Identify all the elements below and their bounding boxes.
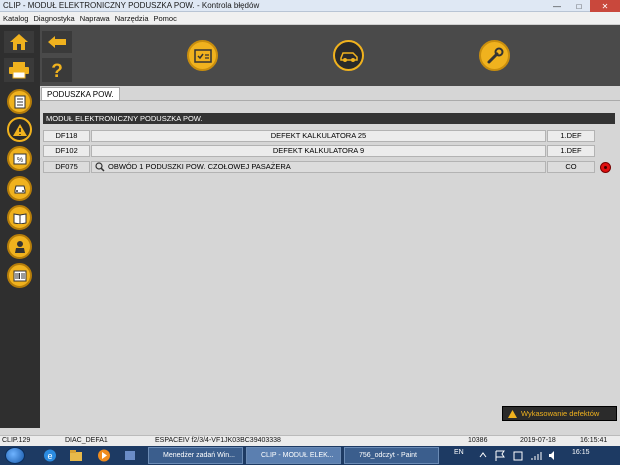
tab-divider: [40, 100, 620, 101]
svg-text:e: e: [47, 451, 52, 461]
home-button[interactable]: [4, 31, 34, 53]
fault-row[interactable]: DF075 OBWÓD 1 PODUSZKI POW. CZOŁOWEJ PAS…: [43, 161, 595, 173]
fault-status: CO: [547, 161, 595, 173]
printer-icon: [9, 62, 29, 79]
warning-icon: [508, 409, 517, 418]
clear-faults-button[interactable]: Wykasowanie defektów: [502, 406, 617, 421]
status-code: 10386: [468, 437, 488, 444]
tray-language[interactable]: EN: [454, 449, 464, 456]
print-button[interactable]: [4, 58, 34, 82]
module-header: MODUŁ ELEKTRONICZNY PODUSZKA POW.: [43, 113, 615, 124]
fault-code: DF118: [43, 130, 90, 142]
media-icon[interactable]: [96, 448, 112, 463]
checklist-icon: [193, 48, 212, 63]
clear-faults-label: Wykasowanie defektów: [521, 409, 600, 418]
taskbar-item-paint[interactable]: 756_odczyt - Paint: [344, 447, 439, 464]
menu-bar: Katalog Diagnostyka Naprawa Narzędzia Po…: [0, 12, 620, 25]
minimize-button[interactable]: —: [546, 0, 568, 12]
sidebar-document-button[interactable]: [7, 89, 32, 114]
svg-text:%: %: [16, 157, 22, 164]
status-diac: DIAC_DEFA1: [65, 437, 108, 444]
status-bar: CLIP.129 DIAC_DEFA1 ESPACEIV f2/3/4-VF1J…: [0, 435, 620, 446]
question-icon: ?: [51, 61, 63, 80]
menu-pomoc[interactable]: Pomoc: [154, 14, 177, 23]
status-date: 2019-07-18: [520, 437, 556, 444]
close-button[interactable]: ✕: [590, 0, 620, 12]
menu-diagnostyka[interactable]: Diagnostyka: [33, 14, 74, 23]
tray-chevron-icon[interactable]: [478, 448, 488, 463]
arrow-left-icon: [48, 36, 66, 48]
barcode-icon: [13, 270, 26, 281]
tray-battery-icon[interactable]: [512, 448, 524, 463]
sidebar-barcode-button[interactable]: [7, 263, 32, 288]
tray-flag-icon[interactable]: [494, 448, 506, 463]
fault-row[interactable]: DF102 DEFEKT KALKULATORA 9 1.DEF: [43, 145, 595, 157]
fault-description: DEFEKT KALKULATORA 25: [91, 130, 546, 142]
sidebar-warning-button[interactable]: [7, 117, 32, 142]
menu-katalog[interactable]: Katalog: [3, 14, 28, 23]
menu-narzedzia[interactable]: Narzędzia: [115, 14, 149, 23]
taskbar-item-task-manager[interactable]: Menedżer zadań Win...: [148, 447, 243, 464]
status-time: 16:15:41: [580, 437, 608, 444]
fault-description: DEFEKT KALKULATORA 9: [91, 145, 546, 157]
app-icon[interactable]: [122, 448, 138, 463]
document-icon: [14, 95, 25, 108]
book-icon: [13, 212, 26, 224]
top-toolbar: [40, 25, 620, 86]
fault-status: 1.DEF: [547, 145, 595, 157]
home-icon: [10, 34, 28, 50]
sidebar-parameters-button[interactable]: %: [7, 146, 32, 171]
status-clip: CLIP.129: [2, 437, 31, 444]
taskbar-item-clip[interactable]: CLIP - MODUŁ ELEK...: [246, 447, 341, 464]
fault-code: DF102: [43, 145, 90, 157]
fault-list-button[interactable]: [187, 40, 218, 71]
car-front-icon: [14, 185, 25, 193]
fault-code: DF075: [43, 161, 90, 173]
vehicle-button[interactable]: [333, 40, 364, 71]
wrench-icon: [487, 47, 503, 63]
fault-description: OBWÓD 1 PODUSZKI POW. CZOŁOWEJ PASAŻERA: [108, 162, 291, 171]
help-button[interactable]: ?: [42, 58, 72, 82]
start-button[interactable]: [5, 447, 25, 464]
technician-icon: [14, 240, 25, 253]
sidebar-vehicle-button[interactable]: [7, 176, 32, 201]
fault-status: 1.DEF: [547, 130, 595, 142]
window-title: CLIP - MODUŁ ELEKTRONICZNY PODUSZKA POW.…: [3, 1, 260, 10]
car-icon: [339, 51, 358, 62]
browser-icon[interactable]: e: [42, 448, 58, 463]
percent-chart-icon: %: [13, 153, 26, 164]
fault-row[interactable]: DF118 DEFEKT KALKULATORA 25 1.DEF: [43, 130, 595, 142]
sidebar-technician-button[interactable]: [7, 234, 32, 259]
menu-naprawa[interactable]: Naprawa: [80, 14, 110, 23]
status-vehicle: ESPACEIV f2/3/4-VF1JK03BC39403338: [155, 437, 281, 444]
tray-volume-icon[interactable]: [547, 448, 559, 463]
sidebar-book-button[interactable]: [7, 205, 32, 230]
magnifier-icon[interactable]: [95, 162, 105, 172]
warning-icon: [12, 123, 27, 136]
back-button[interactable]: [42, 31, 72, 53]
tab-airbag[interactable]: PODUSZKA POW.: [41, 87, 120, 101]
fault-description-cell: OBWÓD 1 PODUSZKI POW. CZOŁOWEJ PASAŻERA: [91, 161, 546, 173]
tray-clock[interactable]: 16:15: [572, 449, 590, 456]
explorer-icon[interactable]: [68, 448, 84, 463]
maximize-button[interactable]: □: [568, 0, 590, 12]
tray-network-icon[interactable]: [530, 448, 542, 463]
alert-led-icon: [600, 162, 611, 173]
repair-button[interactable]: [479, 40, 510, 71]
title-bar: CLIP - MODUŁ ELEKTRONICZNY PODUSZKA POW.…: [0, 0, 620, 12]
svg-text:?: ?: [51, 61, 63, 80]
